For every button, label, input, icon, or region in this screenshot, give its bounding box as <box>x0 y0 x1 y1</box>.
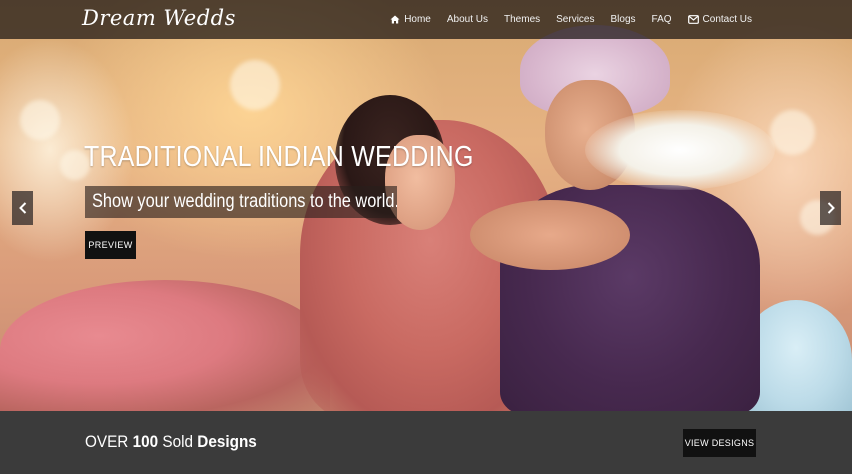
nav-item-label: About Us <box>446 14 489 25</box>
carousel-prev-button[interactable] <box>12 191 33 225</box>
slide-subtitle: Show your wedding traditions to the worl… <box>85 186 397 218</box>
cta-headline: OVER 100 Sold Designs <box>85 432 257 452</box>
crowd-left <box>0 280 330 411</box>
nav-item-label: FAQ <box>651 14 672 25</box>
chevron-right-icon <box>827 202 835 214</box>
cta-count: 100 <box>132 432 159 451</box>
chevron-left-icon <box>18 202 26 214</box>
slide-subtitle-text: Show your wedding traditions to the worl… <box>92 191 397 212</box>
nav-item-home[interactable]: Home <box>382 0 439 39</box>
nav-item-label: Contact Us <box>702 14 752 25</box>
nav-item-blogs[interactable]: Blogs <box>603 0 644 39</box>
top-navbar: Dream Wedds Home About Us Themes Service… <box>0 0 852 39</box>
brand-logo[interactable]: Dream Wedds <box>82 6 236 30</box>
bride-arm <box>470 200 630 270</box>
cta-prefix: OVER <box>85 432 133 451</box>
nav-item-themes[interactable]: Themes <box>496 0 548 39</box>
bokeh-light <box>20 100 60 140</box>
flower-garland <box>585 110 775 190</box>
preview-button[interactable]: PREVIEW <box>85 231 136 259</box>
view-designs-button[interactable]: VIEW DESIGNS <box>683 429 756 457</box>
nav-item-label: Themes <box>504 14 541 25</box>
bokeh-light <box>770 110 815 155</box>
home-icon <box>390 15 400 24</box>
cta-emphasis: Designs <box>197 432 257 451</box>
cta-middle: Sold <box>158 432 198 451</box>
nav-item-label: Home <box>404 14 431 25</box>
main-nav: Home About Us Themes Services Blogs FAQ … <box>382 0 760 39</box>
nav-item-contact-us[interactable]: Contact Us <box>680 0 760 39</box>
nav-item-label: Services <box>556 14 595 25</box>
bokeh-light <box>230 60 280 110</box>
nav-item-label: Blogs <box>610 14 636 25</box>
nav-item-services[interactable]: Services <box>548 0 602 39</box>
slide-title: TRADITIONAL INDIAN WEDDING <box>84 141 474 173</box>
envelope-icon <box>687 15 699 24</box>
hero-slider: TRADITIONAL INDIAN WEDDING Show your wed… <box>0 0 852 411</box>
nav-item-about-us[interactable]: About Us <box>439 0 496 39</box>
nav-item-faq[interactable]: FAQ <box>644 0 680 39</box>
carousel-next-button[interactable] <box>820 191 841 225</box>
cta-bar: OVER 100 Sold Designs VIEW DESIGNS <box>0 411 852 474</box>
